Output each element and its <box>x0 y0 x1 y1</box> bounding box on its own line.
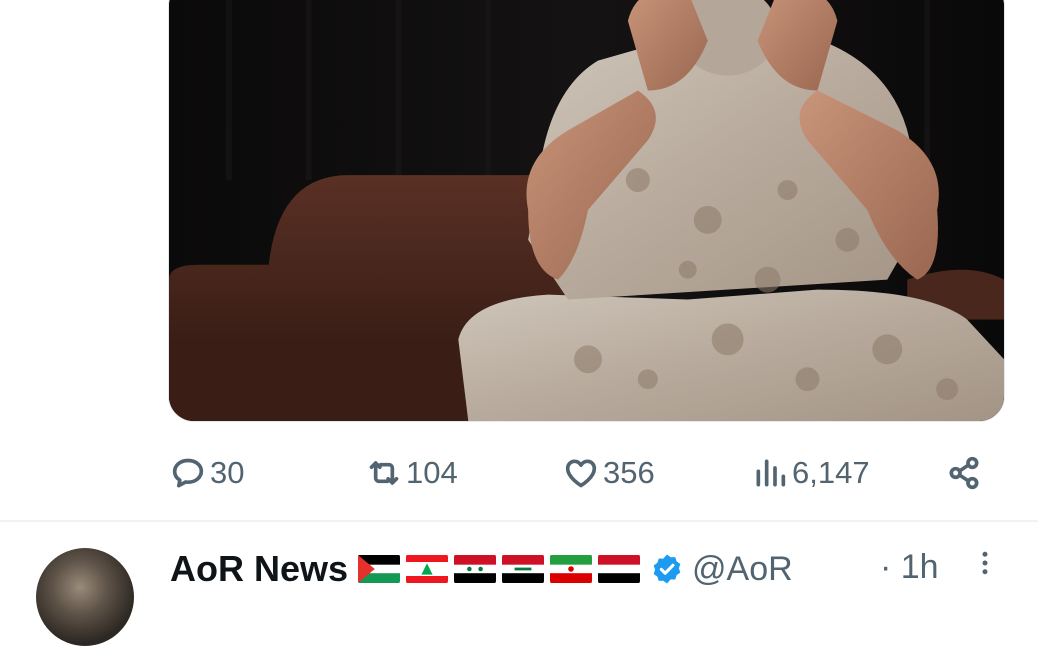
retweet-count: 104 <box>406 455 458 490</box>
views-button[interactable]: 6,147 <box>750 446 870 500</box>
author-line: AoR News @AoR <box>170 548 793 590</box>
more-options-icon[interactable] <box>970 548 1000 578</box>
yemen-flag-icon <box>598 555 641 583</box>
avatar[interactable] <box>36 548 134 646</box>
views-count: 6,147 <box>792 455 870 490</box>
lebanon-flag-icon <box>406 555 449 583</box>
author-name[interactable]: AoR News <box>170 548 348 590</box>
reply-button[interactable]: 30 <box>168 446 244 500</box>
retweet-button[interactable]: 104 <box>364 446 458 500</box>
share-nodes-icon <box>949 456 979 490</box>
author-handle[interactable]: @AoR <box>692 550 793 589</box>
bar-chart-icon <box>756 459 786 487</box>
soldier-photo <box>169 0 1004 421</box>
share-button[interactable] <box>944 446 984 500</box>
like-button[interactable]: 356 <box>561 446 655 500</box>
like-count: 356 <box>603 455 655 490</box>
tweet-action-bar: 30 104 356 6,147 <box>0 446 1038 500</box>
heart-icon <box>565 459 597 488</box>
verified-badge-icon <box>653 554 681 584</box>
tweet-timestamp[interactable]: · 1h <box>880 548 939 587</box>
iraq-flag-icon <box>502 555 545 583</box>
next-tweet[interactable]: AoR News @AoR · 1h <box>0 522 1038 646</box>
syria-flag-icon <box>454 555 497 583</box>
tweet-media-image[interactable] <box>168 0 1005 422</box>
retweet-arrows-icon <box>369 461 399 485</box>
iran-flag-icon <box>550 555 593 583</box>
speech-bubble-icon <box>172 458 204 488</box>
palestine-flag-icon <box>358 555 401 583</box>
flag-emojis <box>358 554 641 584</box>
reply-count: 30 <box>210 455 245 490</box>
